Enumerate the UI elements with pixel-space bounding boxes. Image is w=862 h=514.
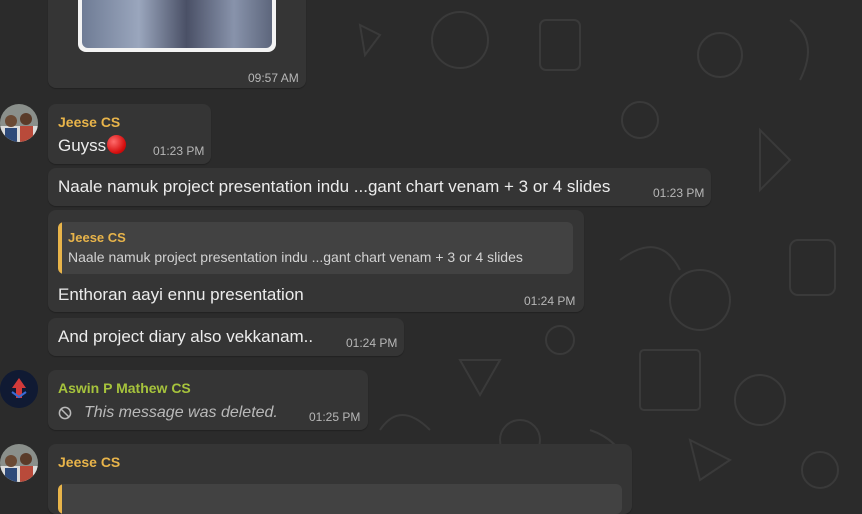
avatar-photo (0, 370, 38, 408)
message-time: 01:24 PM (524, 294, 576, 308)
message-text: Naale namuk project presentation indu ..… (58, 177, 611, 196)
deleted-message-text: This message was deleted. (84, 404, 278, 421)
avatar-jeese[interactable] (0, 104, 38, 142)
avatar-photo (0, 444, 38, 482)
image-thumbnail[interactable] (78, 0, 276, 52)
message-text: Enthoran aayi ennu presentation (58, 285, 304, 304)
message-bubble[interactable]: Jeese CS Guyss 01:23 PM (48, 104, 211, 164)
message-bubble[interactable]: Naale namuk project presentation indu ..… (48, 168, 711, 206)
deleted-message-bubble[interactable]: Aswin P Mathew CS This message was delet… (48, 370, 368, 430)
quoted-message[interactable]: Jeese CS Naale namuk project presentatio… (58, 222, 573, 274)
quote-accent-bar (58, 484, 62, 514)
message-time: 01:23 PM (153, 144, 205, 158)
avatar-jeese[interactable] (0, 444, 38, 482)
reply-message-bubble[interactable]: Jeese CS (48, 444, 632, 514)
avatar-aswin[interactable] (0, 370, 38, 408)
reply-message-bubble[interactable]: Jeese CS Naale namuk project presentatio… (48, 210, 584, 312)
quote-sender: Jeese CS (68, 230, 126, 245)
quote-text: Naale namuk project presentation indu ..… (68, 249, 523, 265)
message-time: 01:23 PM (653, 186, 705, 200)
avatar-photo (0, 104, 38, 142)
message-text-content: Guyss (58, 136, 107, 155)
quoted-message[interactable] (58, 484, 622, 514)
message-bubble[interactable]: And project diary also vekkanam.. 01:24 … (48, 318, 404, 356)
quote-accent-bar (58, 222, 62, 274)
message-time: 01:24 PM (346, 336, 398, 350)
image-content (82, 0, 272, 48)
message-text: Guyss (58, 135, 127, 156)
message-time: 01:25 PM (309, 410, 361, 424)
message-time: 09:57 AM (248, 71, 299, 85)
image-message[interactable]: 09:57 AM (48, 0, 306, 88)
deleted-icon (58, 406, 72, 420)
message-text: And project diary also vekkanam.. (58, 327, 314, 346)
sender-name[interactable]: Jeese CS (58, 454, 120, 470)
red-circle-emoji-icon (107, 135, 127, 154)
sender-name[interactable]: Aswin P Mathew CS (58, 380, 191, 396)
sender-name[interactable]: Jeese CS (58, 114, 120, 130)
